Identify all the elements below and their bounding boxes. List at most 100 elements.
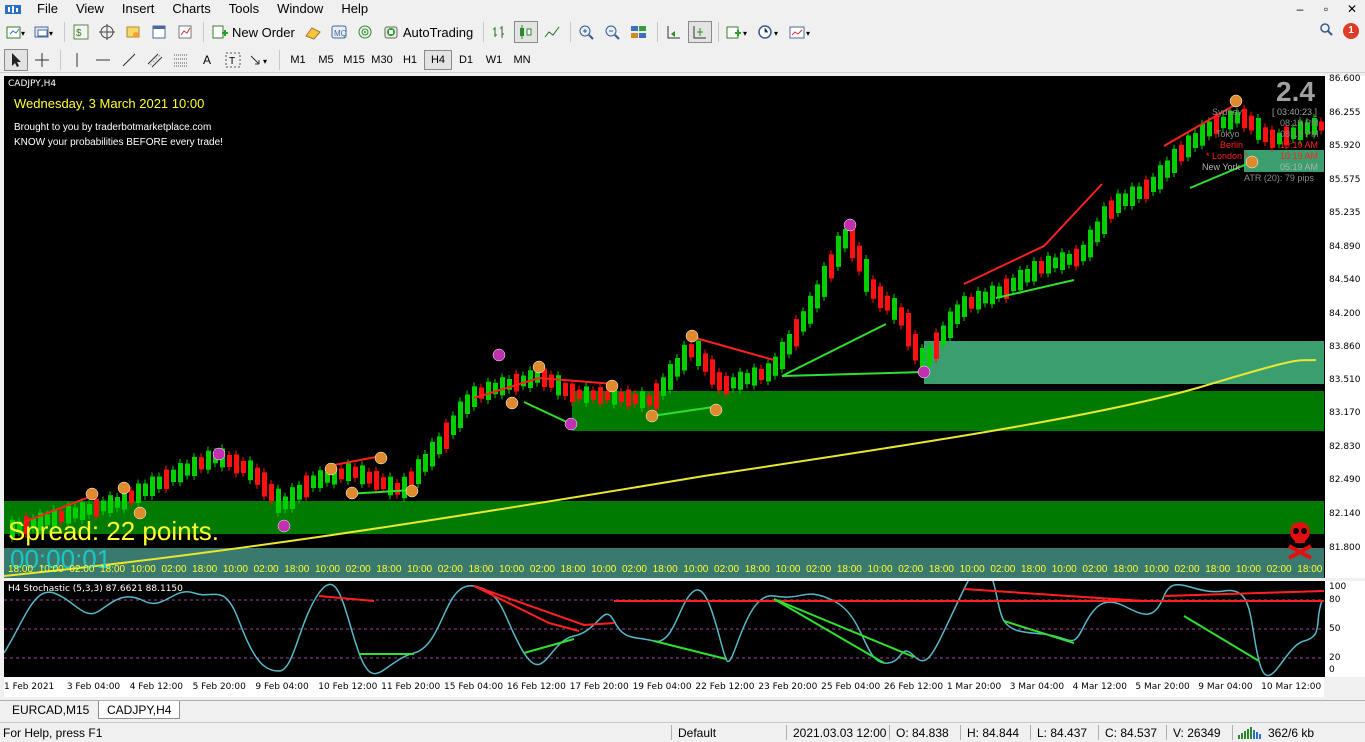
candle-body	[199, 457, 204, 470]
menu-file[interactable]: File	[28, 0, 67, 17]
timeframe-m30[interactable]: M30	[368, 50, 396, 70]
price-label: 82.490	[1329, 475, 1361, 485]
menu-charts[interactable]: Charts	[163, 0, 219, 17]
candle-body	[318, 470, 323, 488]
status-divider	[671, 725, 672, 740]
stochastic-panel[interactable]: H4 Stochastic (5,3,3) 87.6621 88.1150	[4, 581, 1324, 677]
tab-eurcad-m15[interactable]: EURCAD,M15	[4, 701, 97, 719]
menu-view[interactable]: View	[67, 0, 113, 17]
auto-scroll-icon[interactable]	[662, 21, 686, 43]
time-label: 26 Feb 12:00	[884, 682, 944, 692]
menu-help[interactable]: Help	[332, 0, 377, 17]
candle-body	[752, 367, 757, 386]
price-label: 84.200	[1329, 309, 1361, 319]
chart-time-label: 02:00	[69, 564, 95, 575]
market-watch-icon[interactable]: $	[69, 21, 93, 43]
navigator-icon[interactable]	[121, 21, 145, 43]
cursor-icon[interactable]	[4, 48, 28, 71]
candle-body	[836, 235, 841, 267]
candle-body	[108, 495, 113, 513]
strategy-tester-icon[interactable]	[173, 21, 197, 43]
menu-window[interactable]: Window	[268, 0, 332, 17]
text-label-icon[interactable]: T	[221, 49, 245, 71]
stochastic-title: H4 Stochastic (5,3,3) 87.6621 88.1150	[8, 584, 183, 594]
chart-time-label: 18:00	[468, 564, 494, 575]
session-name-0: Sydney	[1212, 107, 1243, 117]
horizontal-line-icon[interactable]	[91, 49, 115, 71]
templates-icon[interactable]: ▾	[787, 21, 817, 43]
candle-body	[1207, 121, 1212, 137]
candle-body	[661, 377, 666, 396]
candle-body	[1144, 179, 1149, 199]
candle-body	[87, 504, 92, 515]
crosshair-icon[interactable]	[30, 49, 54, 71]
candle-body	[549, 374, 554, 388]
periods-icon[interactable]: ▾	[755, 21, 785, 43]
candle-body	[934, 332, 939, 359]
candle-body	[136, 483, 141, 503]
indicators-icon[interactable]: ▾	[723, 21, 753, 43]
candlestick-icon[interactable]	[514, 21, 539, 43]
candle-body	[948, 311, 953, 338]
timeframe-m15[interactable]: M15	[340, 50, 368, 70]
tile-windows-icon[interactable]	[627, 21, 651, 43]
candle-body	[759, 368, 764, 380]
chart-shift-icon[interactable]	[688, 21, 713, 43]
chart-time-label: 18:00	[284, 564, 310, 575]
price-chart[interactable]: CADJPY,H4 Wednesday, 3 March 2021 10:00 …	[4, 76, 1324, 578]
timeframe-h4[interactable]: H4	[424, 49, 452, 70]
signals-icon[interactable]	[353, 21, 377, 43]
text-icon[interactable]: A	[195, 49, 219, 71]
candle-body	[1151, 176, 1156, 192]
timeframe-m5[interactable]: M5	[312, 50, 340, 70]
restore-icon[interactable]: ▫	[1313, 0, 1339, 17]
chart-time-label: 10:00	[499, 564, 525, 575]
vertical-line-icon[interactable]	[65, 49, 89, 71]
timeframe-m1[interactable]: M1	[284, 50, 312, 70]
candle-body	[1165, 160, 1170, 178]
meta-editor-icon[interactable]	[301, 21, 325, 43]
fractal-marker	[843, 218, 857, 232]
candle-body	[143, 483, 148, 496]
terminal-icon[interactable]	[147, 21, 171, 43]
new-order-button[interactable]: New Order	[208, 21, 299, 43]
menu-insert[interactable]: Insert	[113, 0, 164, 17]
candle-body	[1102, 206, 1107, 234]
timeframe-d1[interactable]: D1	[452, 50, 480, 70]
trading-central-icon[interactable]: MQ	[327, 21, 351, 43]
app-logo-icon	[4, 2, 22, 16]
candle-body	[339, 468, 344, 480]
zoom-out-icon[interactable]	[601, 21, 625, 43]
profiles-icon[interactable]: ▾	[32, 21, 58, 43]
timeframe-w1[interactable]: W1	[480, 50, 508, 70]
chart-time-label: 10:00	[683, 564, 709, 575]
time-label: 16 Feb 12:00	[506, 682, 566, 692]
new-chart-icon[interactable]: ▾	[4, 21, 30, 43]
channel-icon[interactable]	[143, 49, 167, 71]
line-chart-icon[interactable]	[540, 21, 564, 43]
candle-body	[829, 254, 834, 279]
search-icon[interactable]	[1319, 22, 1333, 39]
fractal-marker	[277, 519, 291, 533]
price-label: 83.860	[1329, 342, 1361, 352]
fractal-marker	[685, 329, 699, 343]
bar-chart-icon[interactable]	[488, 21, 512, 43]
arrows-icon[interactable]: ▾	[247, 49, 273, 71]
chart-time-label: 10:00	[314, 564, 340, 575]
candle-body	[801, 311, 806, 332]
trendline-icon[interactable]	[117, 49, 141, 71]
fibonacci-icon[interactable]	[169, 49, 193, 71]
menu-tools[interactable]: Tools	[220, 0, 268, 17]
candle-body	[444, 422, 449, 449]
candle-body	[1088, 229, 1093, 258]
candle-body	[1179, 144, 1184, 162]
autotrading-button[interactable]: AutoTrading	[379, 21, 477, 43]
timeframe-mn[interactable]: MN	[508, 50, 536, 70]
notification-badge[interactable]: 1	[1343, 22, 1359, 39]
timeframe-h1[interactable]: H1	[396, 50, 424, 70]
data-window-icon[interactable]	[95, 21, 119, 43]
tab-cadjpy-h4[interactable]: CADJPY,H4	[98, 701, 181, 719]
close-icon[interactable]: ✕	[1339, 0, 1365, 17]
zoom-in-icon[interactable]	[575, 21, 599, 43]
minimize-icon[interactable]: –	[1287, 0, 1313, 17]
